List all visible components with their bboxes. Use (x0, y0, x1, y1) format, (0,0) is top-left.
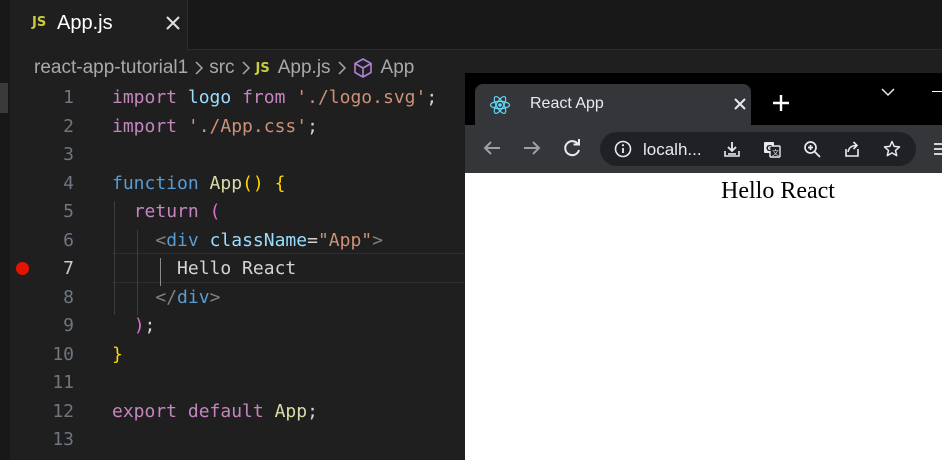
keyword: from (242, 87, 286, 108)
reload-icon[interactable] (561, 137, 583, 159)
info-icon[interactable] (613, 139, 633, 159)
close-icon[interactable] (733, 97, 747, 111)
cube-icon (353, 58, 372, 78)
js-file-icon: JS (255, 60, 270, 76)
line-number-active: 7 (63, 258, 74, 279)
code-line-4[interactable]: function App() { (112, 173, 285, 194)
bracket: () (242, 173, 264, 194)
code-line-12[interactable]: export default App; (112, 401, 318, 422)
breakpoint-marker[interactable] (16, 262, 29, 275)
keyword: function (112, 173, 199, 194)
punctuation: = (307, 230, 318, 251)
punctuation: ; (307, 401, 318, 422)
line-number: 1 (63, 87, 74, 108)
code-line-10[interactable]: } (112, 344, 123, 365)
tag-bracket: < (155, 230, 167, 251)
code-line-2[interactable]: import './App.css'; (112, 116, 318, 137)
line-number: 6 (63, 230, 74, 251)
plus-icon[interactable] (770, 92, 792, 114)
bracket: ( (209, 201, 221, 222)
attribute-name: className (209, 230, 308, 251)
browser-viewport: Hello React (465, 173, 942, 460)
identifier: App (274, 401, 308, 422)
code-line-6[interactable]: <div className="App"> (112, 230, 383, 251)
react-logo-icon (489, 95, 511, 115)
bracket: { (274, 173, 286, 194)
editor-tab-app-js[interactable]: JS App.js (10, 0, 188, 50)
arrow-left-icon[interactable] (481, 137, 503, 159)
chevron-right-icon (195, 61, 204, 75)
star-icon[interactable] (882, 139, 902, 159)
browser-toolbar: localh... G 文 (465, 125, 942, 173)
function-name: App (209, 173, 243, 194)
line-number: 2 (63, 116, 74, 137)
editor-tab-label: App.js (57, 12, 113, 34)
tag-bracket: </ (155, 287, 178, 308)
browser-tab[interactable]: React App (475, 84, 751, 125)
line-number: 13 (52, 429, 74, 450)
zoom-in-icon[interactable] (802, 139, 822, 159)
string-literal: './App.css' (187, 116, 308, 137)
breadcrumb: react-app-tutorial1 src JS App.js App (34, 56, 414, 80)
line-number: 4 (63, 173, 74, 194)
share-icon[interactable] (842, 139, 862, 159)
line-number: 12 (52, 401, 74, 422)
activity-bar-marker (0, 83, 8, 113)
code-line-5[interactable]: return ( (112, 201, 221, 222)
line-number: 8 (63, 287, 74, 308)
tag-name: div (177, 287, 210, 308)
code-line-9[interactable]: ); (112, 315, 156, 336)
address-bar[interactable]: localh... G 文 (600, 132, 916, 166)
bracket: ) (133, 315, 145, 336)
string-literal: './logo.svg' (296, 87, 427, 108)
identifier: logo (187, 87, 232, 108)
minimize-button[interactable] (932, 91, 942, 92)
keyword: import (112, 87, 178, 108)
close-icon[interactable] (160, 10, 186, 36)
js-file-icon: JS (32, 15, 47, 30)
punctuation: ; (307, 116, 318, 137)
browser-window: React App localh... G 文 Hello React (465, 73, 942, 460)
chevron-down-icon[interactable] (880, 87, 896, 97)
line-number: 5 (63, 201, 74, 222)
code-line-8[interactable]: </div> (112, 287, 220, 308)
chevron-right-icon (338, 61, 346, 75)
keyword: import (112, 116, 178, 137)
url-text: localh... (643, 140, 702, 159)
punctuation: ; (144, 315, 156, 336)
page-text: Hello React (721, 178, 835, 204)
browser-title-bar: React App (465, 73, 942, 125)
line-number: 9 (63, 315, 74, 336)
keyword: export (112, 401, 178, 422)
jsx-text: Hello React (177, 258, 297, 279)
keyword: default (187, 401, 264, 422)
breadcrumb-file[interactable]: App.js (278, 57, 331, 79)
breadcrumb-symbol[interactable]: App (381, 57, 415, 79)
code-line-1[interactable]: import logo from './logo.svg'; (112, 87, 437, 108)
arrow-right-icon[interactable] (521, 137, 543, 159)
line-number: 3 (63, 144, 74, 165)
activity-bar (0, 0, 10, 460)
tag-name: div (166, 230, 199, 251)
browser-tab-title: React App (530, 95, 604, 112)
attribute-value: "App" (317, 230, 373, 251)
bracket: } (112, 344, 123, 365)
punctuation: ; (426, 87, 438, 108)
keyword: return (133, 201, 199, 222)
kebab-menu-icon[interactable] (932, 140, 942, 158)
code-line-7[interactable]: Hello React (112, 258, 296, 279)
chevron-right-icon (242, 61, 250, 75)
line-number: 10 (52, 344, 74, 365)
breadcrumb-project[interactable]: react-app-tutorial1 (34, 57, 188, 79)
breadcrumb-folder[interactable]: src (209, 57, 234, 79)
svg-text:文: 文 (772, 148, 779, 157)
tag-bracket: > (209, 287, 221, 308)
line-number: 11 (52, 372, 74, 393)
install-icon[interactable] (722, 139, 742, 159)
tag-bracket: > (372, 230, 383, 251)
translate-icon[interactable]: G 文 (762, 139, 782, 159)
